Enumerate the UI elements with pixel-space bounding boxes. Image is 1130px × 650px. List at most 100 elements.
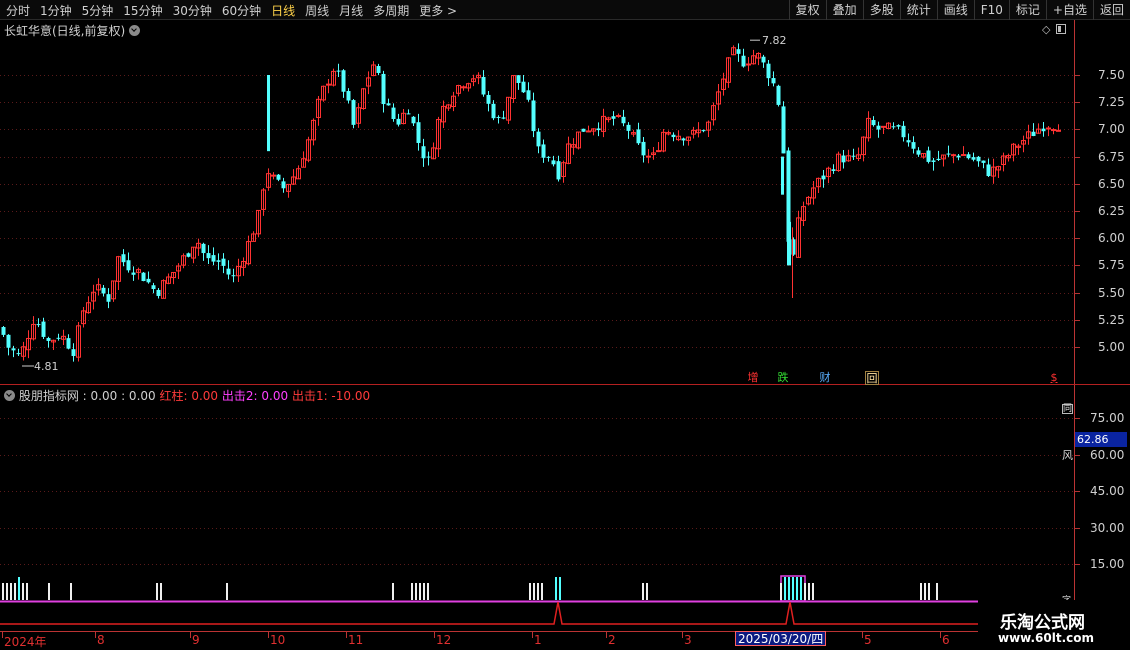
candle-body: [951, 154, 956, 157]
candle-body: [426, 156, 431, 158]
signal-bar: [804, 583, 806, 600]
signal-bar: [6, 583, 8, 600]
price-label: 7.25: [1098, 95, 1125, 110]
candle-body: [411, 116, 416, 124]
time-tick: [862, 632, 863, 638]
candle-body: [106, 294, 111, 302]
wind-icon[interactable]: 风: [1062, 447, 1073, 463]
candle-body: [916, 150, 921, 155]
signal-bar: [541, 583, 543, 600]
time-label: 1: [534, 633, 542, 647]
signal-bar: [642, 583, 644, 600]
candle-body: [376, 66, 381, 73]
price-label: 5.00: [1098, 340, 1125, 354]
candle-body: [56, 337, 61, 339]
indicator-chuji1: 出击1: -10.00: [291, 389, 371, 403]
chevron-down-icon[interactable]: [4, 390, 15, 401]
pane-separator[interactable]: [0, 384, 1130, 385]
indicator-label: 45.00: [1090, 484, 1125, 498]
time-label: 12: [436, 633, 452, 647]
time-label: 9: [192, 633, 200, 647]
indicator-label: 30.00: [1090, 520, 1125, 535]
candle-body: [986, 164, 991, 177]
candle-body: [636, 129, 641, 144]
signal-bar: [780, 583, 782, 600]
sync-icon[interactable]: 同: [1062, 404, 1074, 414]
candle-body: [1056, 129, 1061, 132]
candle-body: [41, 321, 46, 337]
candle-body: [481, 76, 486, 95]
candle-body: [771, 78, 776, 84]
signal-bar: [784, 577, 786, 600]
candle-body: [701, 130, 706, 132]
candle-body: [11, 348, 16, 351]
candle-body: [16, 353, 21, 355]
high-marker: 7.82: [762, 34, 787, 47]
die-button[interactable]: 跌: [776, 371, 790, 385]
candle-body: [391, 107, 396, 120]
time-tick: [532, 632, 533, 638]
candle-body: [206, 253, 211, 259]
time-tick: [682, 632, 683, 638]
candle-body: [146, 278, 151, 283]
time-label: 8: [97, 633, 105, 647]
cai-button[interactable]: 财: [818, 371, 832, 385]
indicator-label: 15.00: [1090, 557, 1125, 571]
candle-body: [526, 90, 531, 100]
signal-bar: [18, 577, 20, 600]
candle-body: [746, 63, 751, 66]
time-tick: [940, 632, 941, 638]
signal-bar: [10, 583, 12, 600]
candle-body: [126, 260, 131, 271]
time-tick: [2, 632, 3, 638]
signal-bar: [423, 583, 425, 600]
hui-button[interactable]: 回: [865, 371, 879, 385]
candle-body: [906, 140, 911, 143]
candle-body: [211, 255, 216, 262]
candle-body: [386, 103, 391, 106]
signal-bar: [800, 577, 802, 600]
candle-body: [46, 338, 51, 341]
candle-body: [971, 157, 976, 160]
candle-body: [831, 169, 836, 171]
candle-body: [736, 49, 741, 54]
dollar-button[interactable]: $: [1047, 371, 1061, 385]
zeng-button[interactable]: 增: [746, 371, 760, 385]
candle-body: [491, 103, 496, 119]
signal-bar: [537, 583, 539, 600]
candle-body: [101, 287, 106, 294]
candle-body: [486, 94, 491, 104]
selected-date: 2025/03/20/四: [735, 631, 827, 646]
candle-body: [787, 221, 791, 266]
signal-bar: [559, 577, 561, 600]
candle-body: [516, 75, 521, 83]
candle-body: [646, 155, 651, 158]
indicator-label: 60.00: [1090, 447, 1125, 462]
candle-body: [681, 138, 686, 141]
candle-body: [406, 113, 411, 115]
time-label: 11: [348, 633, 364, 647]
candle-body: [1031, 131, 1036, 137]
candle-body: [496, 116, 501, 118]
candle-body: [976, 156, 981, 162]
candle-body: [341, 70, 346, 92]
candle-body: [276, 174, 281, 180]
candle-body: [926, 150, 931, 162]
candle-body: [611, 116, 616, 119]
watermark: 乐淘公式网 www.60lt.com: [978, 600, 1130, 650]
time-tick: [190, 632, 191, 638]
candle-body: [186, 253, 191, 257]
candle-body: [71, 349, 76, 357]
candle-body: [656, 150, 661, 153]
candle-body: [621, 116, 626, 124]
candle-body: [841, 155, 846, 163]
time-label: 5: [864, 633, 872, 647]
candle-body: [581, 128, 586, 132]
watermark-title: 乐淘公式网: [1000, 613, 1085, 633]
candle-body: [871, 120, 876, 126]
candle-body: [501, 117, 506, 119]
candle-body: [981, 160, 986, 163]
candle-body: [741, 55, 746, 67]
signal-bar: [924, 583, 926, 600]
time-axis[interactable]: 2024年 8 9 10 11 12 1 2 3 5 6: [0, 631, 1130, 650]
